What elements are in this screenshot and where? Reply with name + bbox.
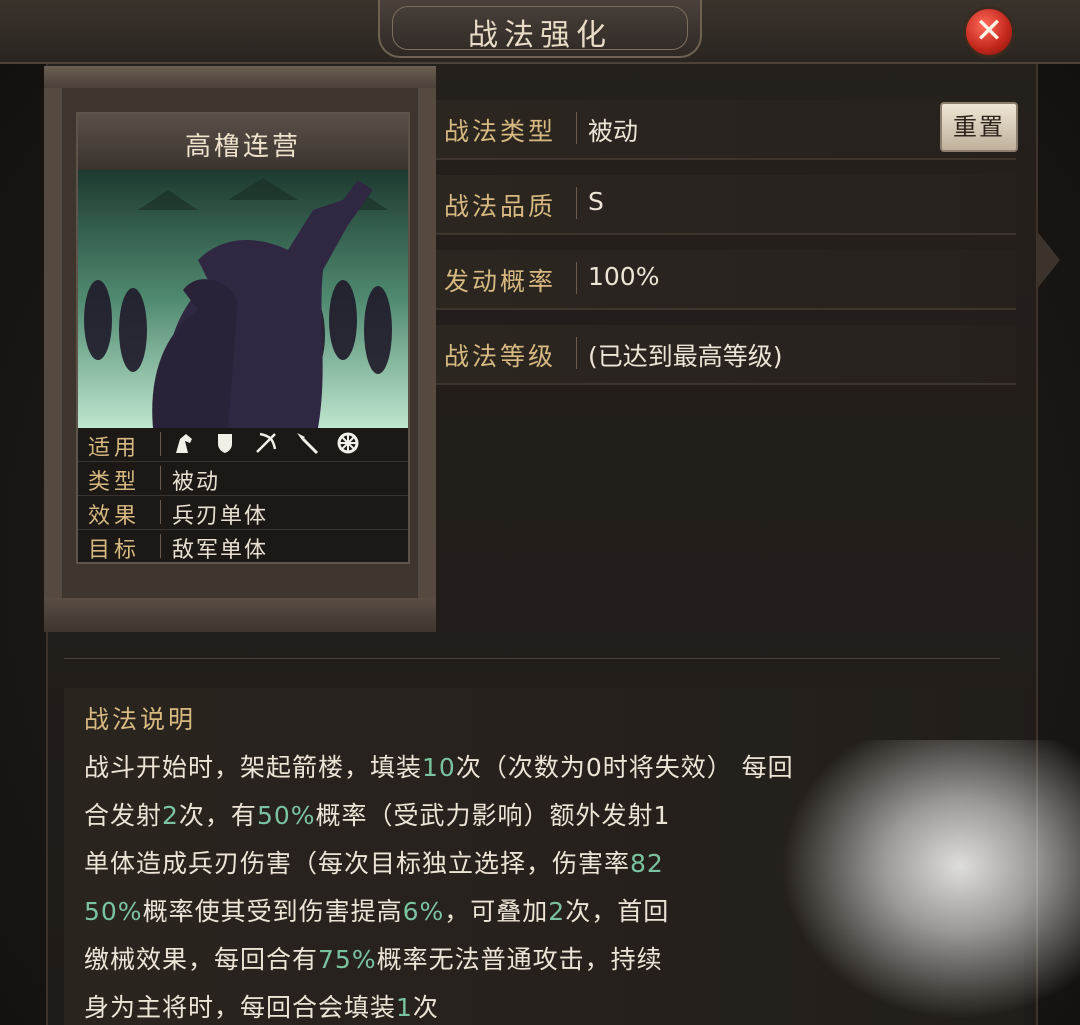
card-row-applicable: 适用 (78, 428, 408, 462)
row-divider (160, 432, 161, 456)
tactic-artwork (78, 170, 408, 428)
description-line: 身为主将时，每回合会填装1次 (84, 988, 439, 1024)
shield-icon (218, 434, 233, 453)
property-label: 战法类型 (444, 117, 557, 146)
description-text: 单体造成兵刃伤害（每次目标独立选择，伤害率 (84, 849, 631, 878)
property-value: S (588, 187, 604, 216)
description-text: 缴械效果，每回合有 (84, 945, 319, 974)
window-title: 战法强化 (468, 18, 612, 53)
cavalry-icon (176, 434, 192, 453)
property-divider (576, 262, 577, 294)
highlight-value: 75% (318, 945, 377, 974)
screen-glare (780, 740, 1080, 1020)
card-info-rows: 适用 类型 被动 效果 兵刃单体 目标 敌军单体 (78, 428, 408, 563)
highlight-value: 6% (402, 897, 445, 926)
description-text: 次，首回 (565, 897, 670, 926)
description-text: 概率（受武力影响）额外发射1 (315, 801, 671, 830)
property-value: 100% (588, 262, 660, 291)
property-value: (已达到最高等级) (588, 342, 783, 371)
property-tactic-type: 战法类型 被动 (436, 100, 1016, 160)
description-line: 单体造成兵刃伤害（每次目标独立选择，伤害率82 (84, 844, 664, 880)
property-label: 战法等级 (444, 342, 557, 371)
row-divider (160, 500, 161, 524)
description-text: 次 (412, 993, 439, 1022)
card-row-type: 类型 被动 (78, 462, 408, 496)
description-text: 概率无法普通攻击，持续 (376, 945, 663, 974)
property-label: 战法品质 (444, 192, 557, 221)
close-button[interactable]: ✕ (963, 6, 1015, 58)
tactic-card: 高橹连营 适用 类型 被动 效果 兵刃单体 目标 敌军单体 (76, 112, 410, 564)
description-text: 身为主将时，每回合会填装 (84, 993, 397, 1022)
description-line: 战斗开始时，架起箭楼，填装10次（次数为0时将失效） 每回 (84, 748, 794, 784)
property-tactic-quality: 战法品质 S (436, 175, 1016, 235)
section-divider (64, 658, 1000, 659)
property-tactic-level: 战法等级 (已达到最高等级) (436, 325, 1016, 385)
close-icon: ✕ (974, 11, 1004, 51)
card-row-label: 适用 (88, 436, 141, 461)
bow-icon (256, 432, 277, 453)
description-title: 战法说明 (84, 705, 197, 734)
property-divider (576, 187, 577, 219)
card-row-value: 敌军单体 (172, 538, 269, 563)
property-label: 发动概率 (444, 267, 557, 296)
highlight-value: 2 (548, 897, 566, 926)
spear-icon (297, 433, 319, 455)
property-value: 被动 (588, 117, 639, 146)
card-row-value: 被动 (172, 470, 221, 495)
description-line: 50%概率使其受到伤害提高6%，可叠加2次，首回 (84, 892, 669, 928)
title-plate: 战法强化 (378, 0, 702, 58)
description-text: ，可叠加 (444, 897, 549, 926)
card-row-label: 目标 (88, 538, 141, 563)
highlight-value: 10 (422, 753, 456, 782)
property-divider (576, 337, 577, 369)
row-divider (160, 466, 161, 490)
highlight-value: 2 (162, 801, 179, 830)
scroll-top-rod (44, 66, 436, 88)
card-header: 高橹连营 (78, 114, 408, 172)
description-text: 战斗开始时，架起箭楼，填装 (84, 753, 423, 782)
tactic-name: 高橹连营 (184, 132, 301, 162)
highlight-value: 50% (256, 801, 316, 830)
description-text: 次，有 (178, 801, 257, 830)
property-divider (576, 112, 577, 144)
row-divider (160, 534, 161, 558)
highlight-value: 1 (396, 993, 413, 1022)
card-row-label: 类型 (88, 470, 141, 495)
description-text: 次（次数为0时将失效） 每回 (455, 753, 794, 782)
right-arrow-icon (1036, 230, 1060, 290)
reset-button[interactable]: 重置 (940, 102, 1018, 152)
description-text: 合发射 (84, 801, 163, 830)
description-line: 合发射2次，有50%概率（受武力影响）额外发射1 (84, 796, 670, 832)
card-row-value: 兵刃单体 (172, 504, 269, 529)
description-text: 概率使其受到伤害提高 (142, 897, 403, 926)
property-trigger-chance: 发动概率 100% (436, 250, 1016, 310)
description-line: 缴械效果，每回合有75%概率无法普通攻击，持续 (84, 940, 663, 976)
highlight-value: 82 (630, 849, 664, 878)
card-row-effect: 效果 兵刃单体 (78, 496, 408, 530)
siege-wheel-icon (337, 432, 359, 454)
highlight-value: 50% (84, 897, 143, 926)
card-row-label: 效果 (88, 504, 141, 529)
troop-icons (172, 431, 372, 455)
scroll-bottom-rod (44, 598, 436, 632)
card-row-target: 目标 敌军单体 (78, 530, 408, 563)
